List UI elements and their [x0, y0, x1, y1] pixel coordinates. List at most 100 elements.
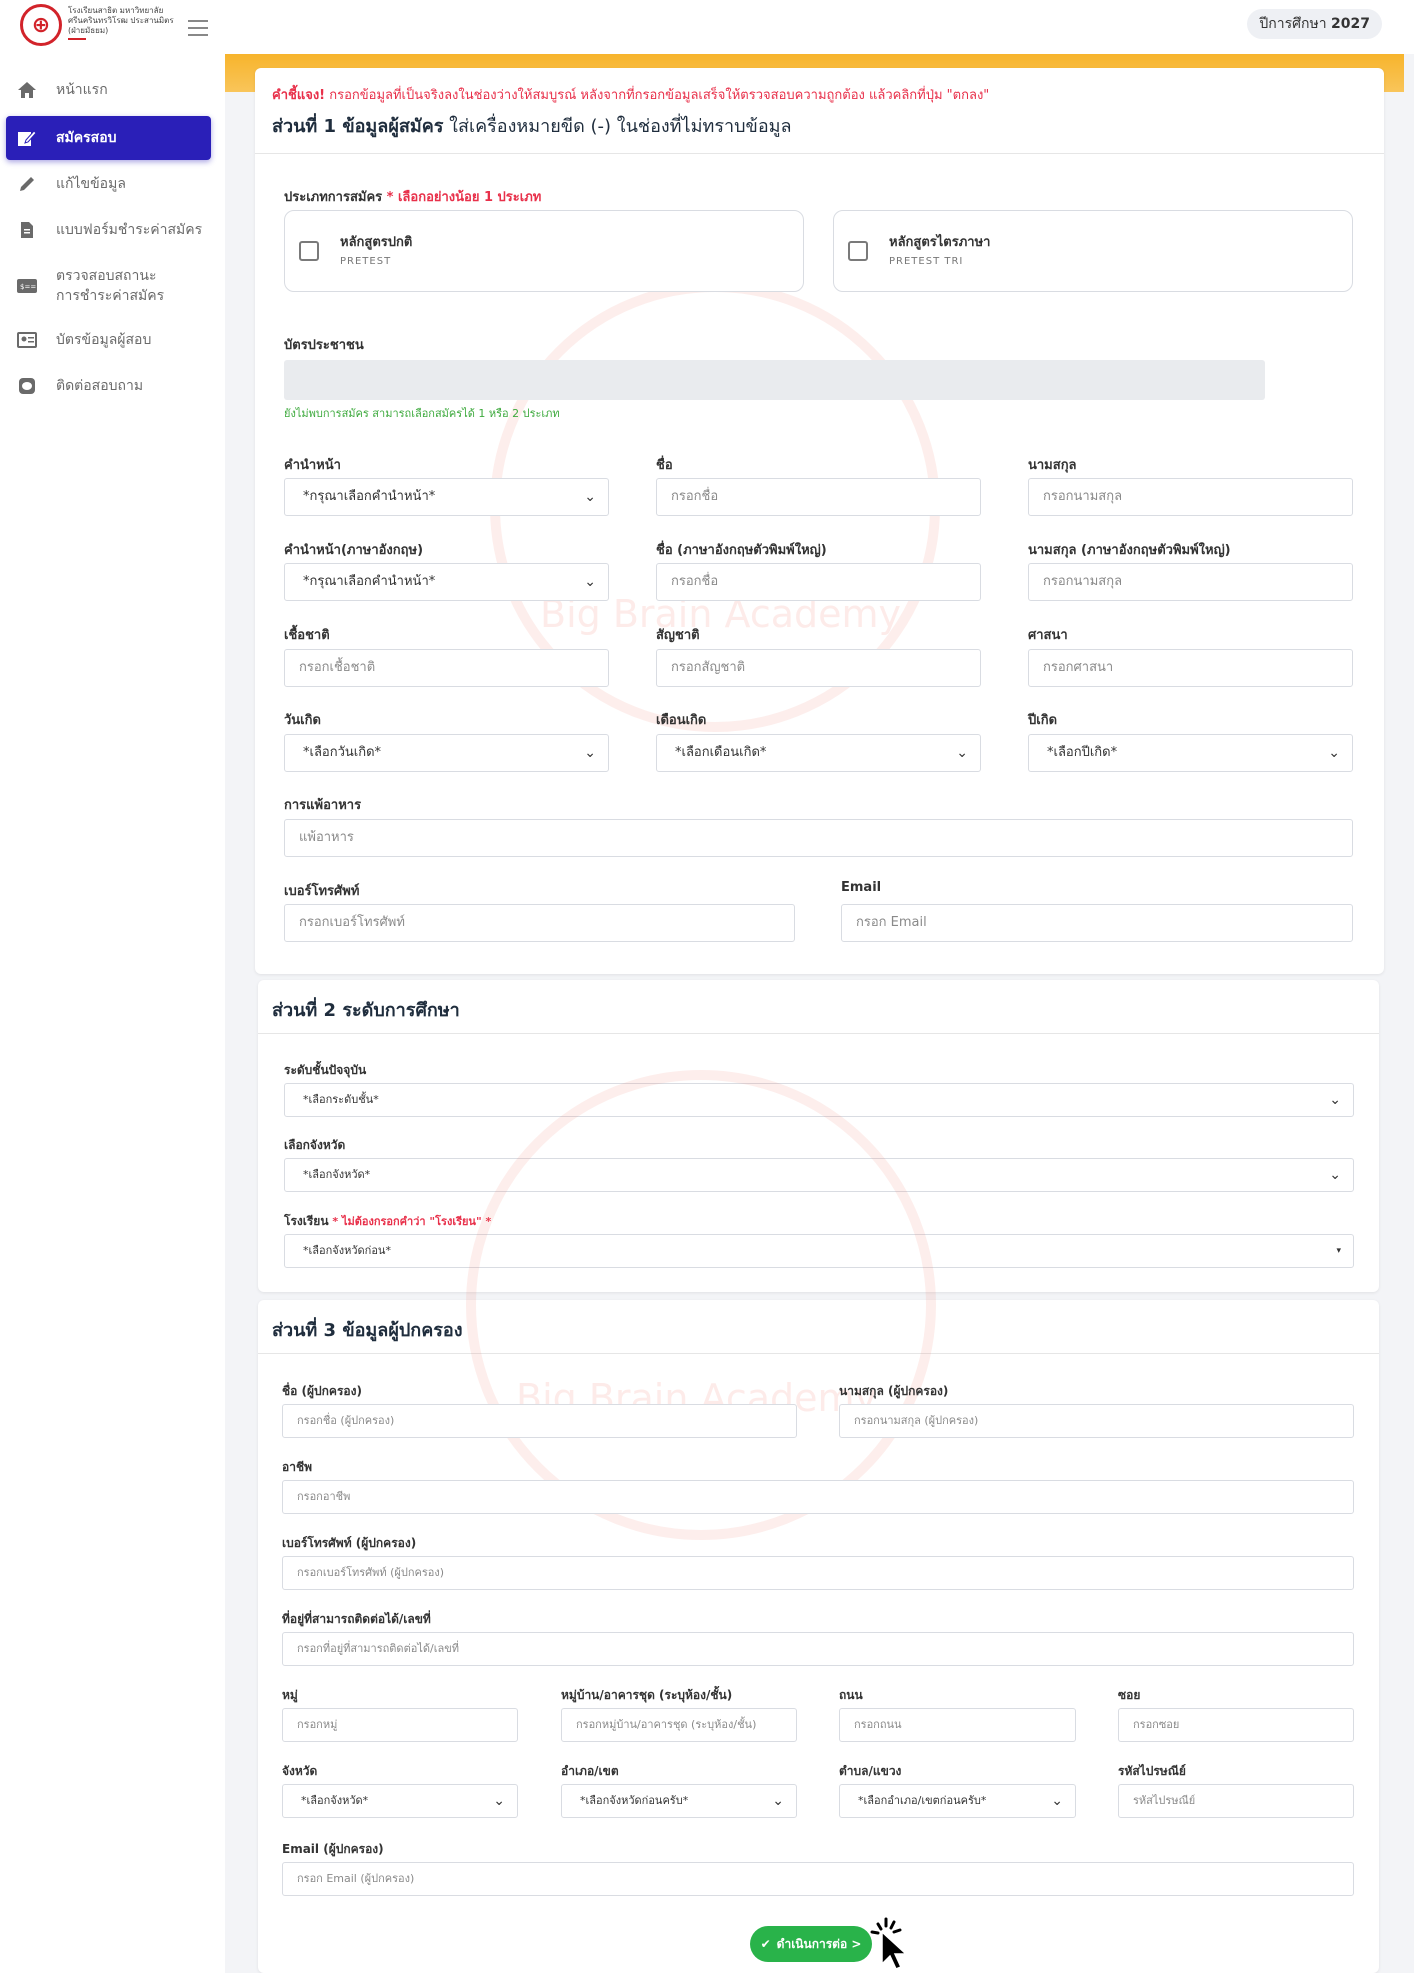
allergy-label: การแพ้อาหาร	[284, 798, 362, 813]
type-code: PRETEST TRI	[889, 256, 964, 267]
province-select-value: *เลือกจังหวัด*	[303, 1168, 371, 1181]
sidebar-item-label: บัตรข้อมูลผู้สอบ	[56, 332, 152, 348]
school-select[interactable]: *เลือกจังหวัดก่อน* ▾	[284, 1234, 1354, 1268]
sidebar-item-home[interactable]: หน้าแรก	[6, 68, 211, 112]
payment-card-icon: $==	[16, 275, 38, 297]
nationality-label: สัญชาติ	[656, 628, 700, 643]
allergy-input[interactable]: แพ้อาหาร	[284, 819, 1353, 857]
firstname-en-label: ชื่อ (ภาษาอังกฤษตัวพิมพ์ใหญ่)	[656, 543, 827, 558]
id-card-field	[284, 360, 1265, 400]
phone-label: เบอร์โทรศัพท์	[284, 884, 360, 899]
district-label: อำเภอ/เขต	[561, 1764, 619, 1778]
village-label: หมู่บ้าน/อาคารชุด (ระบุห้อง/ชั้น)	[561, 1688, 733, 1702]
trilingual-checkbox[interactable]	[848, 241, 868, 261]
birth-day-select[interactable]: *เลือกวันเกิด* ⌄	[284, 734, 609, 772]
lastname-input[interactable]: กรอกนามสกุล	[1028, 478, 1353, 516]
menu-toggle-icon[interactable]	[188, 20, 208, 36]
home-icon	[16, 79, 38, 101]
type-code: PRETEST	[340, 256, 392, 267]
sidebar: หน้าแรก สมัครสอบ แก้ไขข้อมูล แบบฟอร์มชำร…	[0, 54, 225, 1973]
type-name: หลักสูตรไตรภาษา	[889, 235, 991, 250]
sidebar-item-edit[interactable]: แก้ไขข้อมูล	[6, 162, 211, 206]
chevron-down-icon: ⌄	[493, 1793, 505, 1809]
parent-province-label: จังหวัด	[282, 1764, 318, 1778]
road-input[interactable]: กรอกถนน	[839, 1708, 1076, 1742]
type-option-trilingual[interactable]: หลักสูตรไตรภาษา PRETEST TRI	[833, 210, 1353, 292]
year-value: 2027	[1331, 16, 1370, 32]
sidebar-item-exam-card[interactable]: บัตรข้อมูลผู้สอบ	[6, 318, 211, 362]
phone-input[interactable]: กรอกเบอร์โทรศัพท์	[284, 904, 795, 942]
province-label: เลือกจังหวัด	[284, 1138, 346, 1152]
chevron-down-icon: ⌄	[584, 745, 596, 761]
parent-firstname-input[interactable]: กรอกชื่อ (ผู้ปกครอง)	[282, 1404, 797, 1438]
pencil-icon	[16, 173, 38, 195]
occupation-input[interactable]: กรอกอาชีพ	[282, 1480, 1354, 1514]
caret-down-icon: ▾	[1336, 1246, 1341, 1256]
nationality-input[interactable]: กรอกสัญชาติ	[656, 649, 981, 687]
birth-year-select[interactable]: *เลือกปีเกิด* ⌄	[1028, 734, 1353, 772]
school-name: โรงเรียนสาธิต มหาวิทยาลัยศรีนครินทรวิโรฒ…	[68, 6, 174, 35]
firstname-input[interactable]: กรอกชื่อ	[656, 478, 981, 516]
chevron-down-icon: ⌄	[1329, 1167, 1341, 1183]
sidebar-item-label: สมัครสอบ	[56, 130, 117, 146]
section1-title-main: ส่วนที่ 1 ข้อมูลผู้สมัคร	[272, 116, 444, 137]
prefix-select[interactable]: *กรุณาเลือกคำนำหน้า* ⌄	[284, 478, 609, 516]
school-note: * ไม่ต้องกรอกคำว่า "โรงเรียน" *	[328, 1215, 492, 1228]
instruction-prefix: คำชี้แจง!	[272, 88, 326, 103]
chevron-down-icon: ⌄	[956, 745, 968, 761]
parent-phone-label: เบอร์โทรศัพท์ (ผู้ปกครอง)	[282, 1536, 417, 1550]
sidebar-item-label: ตรวจสอบสถานะ การชำระค่าสมัคร	[56, 268, 165, 304]
soi-input[interactable]: กรอกซอย	[1118, 1708, 1354, 1742]
religion-input[interactable]: กรอกศาสนา	[1028, 649, 1353, 687]
zipcode-label: รหัสไปรษณีย์	[1118, 1764, 1186, 1778]
village-input[interactable]: กรอกหมู่บ้าน/อาคารชุด (ระบุห้อง/ชั้น)	[561, 1708, 797, 1742]
parent-email-input[interactable]: กรอก Email (ผู้ปกครอง)	[282, 1862, 1354, 1896]
section1-title: ส่วนที่ 1 ข้อมูลผู้สมัคร ใส่เครื่องหมายข…	[272, 111, 792, 140]
firstname-en-input[interactable]: กรอกชื่อ	[656, 563, 981, 601]
sidebar-item-payment-form[interactable]: แบบฟอร์มชำระค่าสมัคร	[6, 208, 211, 252]
check-icon: ✔	[760, 1937, 771, 1951]
moo-input[interactable]: กรอกหมู่	[282, 1708, 518, 1742]
birth-day-value: *เลือกวันเกิด*	[303, 745, 382, 760]
parent-lastname-label: นามสกุล (ผู้ปกครอง)	[839, 1384, 949, 1398]
subdistrict-select[interactable]: *เลือกอำเภอ/เขตก่อนครับ* ⌄	[839, 1784, 1076, 1818]
birth-year-label: ปีเกิด	[1028, 713, 1058, 728]
level-label: ระดับชั้นปัจจุบัน	[284, 1063, 367, 1077]
chevron-down-icon: ⌄	[1051, 1793, 1063, 1809]
lastname-en-input[interactable]: กรอกนามสกุล	[1028, 563, 1353, 601]
parent-email-label: Email (ผู้ปกครอง)	[282, 1842, 384, 1856]
type-option-regular[interactable]: หลักสูตรปกติ PRETEST	[284, 210, 804, 292]
sidebar-item-payment-status[interactable]: $== ตรวจสอบสถานะ การชำระค่าสมัคร	[6, 258, 211, 314]
prefix-select-value: *กรุณาเลือกคำนำหน้า*	[303, 489, 436, 504]
sidebar-item-label: แบบฟอร์มชำระค่าสมัคร	[56, 222, 203, 238]
subdistrict-label: ตำบล/แขวง	[839, 1764, 902, 1778]
address-input[interactable]: กรอกที่อยู่ที่สามารถติดต่อได้/เลขที่	[282, 1632, 1354, 1666]
line-chat-icon	[16, 375, 38, 397]
parent-lastname-input[interactable]: กรอกนามสกุล (ผู้ปกครอง)	[839, 1404, 1354, 1438]
school-select-value: *เลือกจังหวัดก่อน*	[303, 1244, 391, 1257]
chevron-down-icon: ⌄	[1329, 1092, 1341, 1108]
regular-checkbox[interactable]	[299, 241, 319, 261]
soi-label: ซอย	[1118, 1688, 1141, 1702]
id-card-icon	[16, 329, 38, 351]
sidebar-item-register[interactable]: สมัครสอบ	[6, 116, 211, 160]
zipcode-input[interactable]: รหัสไปรษณีย์	[1118, 1784, 1354, 1818]
level-select[interactable]: *เลือกระดับชั้น* ⌄	[284, 1083, 1354, 1117]
parent-phone-input[interactable]: กรอกเบอร์โทรศัพท์ (ผู้ปกครอง)	[282, 1556, 1354, 1590]
moo-label: หมู่	[282, 1688, 298, 1702]
race-input[interactable]: กรอกเชื้อชาติ	[284, 649, 609, 687]
type-label-text: ประเภทการสมัคร	[284, 190, 383, 205]
email-label: Email	[841, 880, 882, 895]
prefix-label: คำนำหน้า	[284, 458, 341, 473]
firstname-label: ชื่อ	[656, 458, 673, 473]
sidebar-item-contact[interactable]: ติดต่อสอบถาม	[6, 364, 211, 408]
province-select[interactable]: *เลือกจังหวัด* ⌄	[284, 1158, 1354, 1192]
parent-province-select[interactable]: *เลือกจังหวัด* ⌄	[282, 1784, 518, 1818]
email-input[interactable]: กรอก Email	[841, 904, 1353, 942]
academic-year-badge: ปีการศึกษา 2027	[1247, 9, 1382, 39]
birth-month-select[interactable]: *เลือกเดือนเกิด* ⌄	[656, 734, 981, 772]
continue-button[interactable]: ✔ ดำเนินการต่อ >	[750, 1926, 872, 1962]
parent-firstname-label: ชื่อ (ผู้ปกครอง)	[282, 1384, 362, 1398]
prefix-en-select[interactable]: *กรุณาเลือกคำนำหน้า* ⌄	[284, 563, 609, 601]
district-select[interactable]: *เลือกจังหวัดก่อนครับ* ⌄	[561, 1784, 797, 1818]
